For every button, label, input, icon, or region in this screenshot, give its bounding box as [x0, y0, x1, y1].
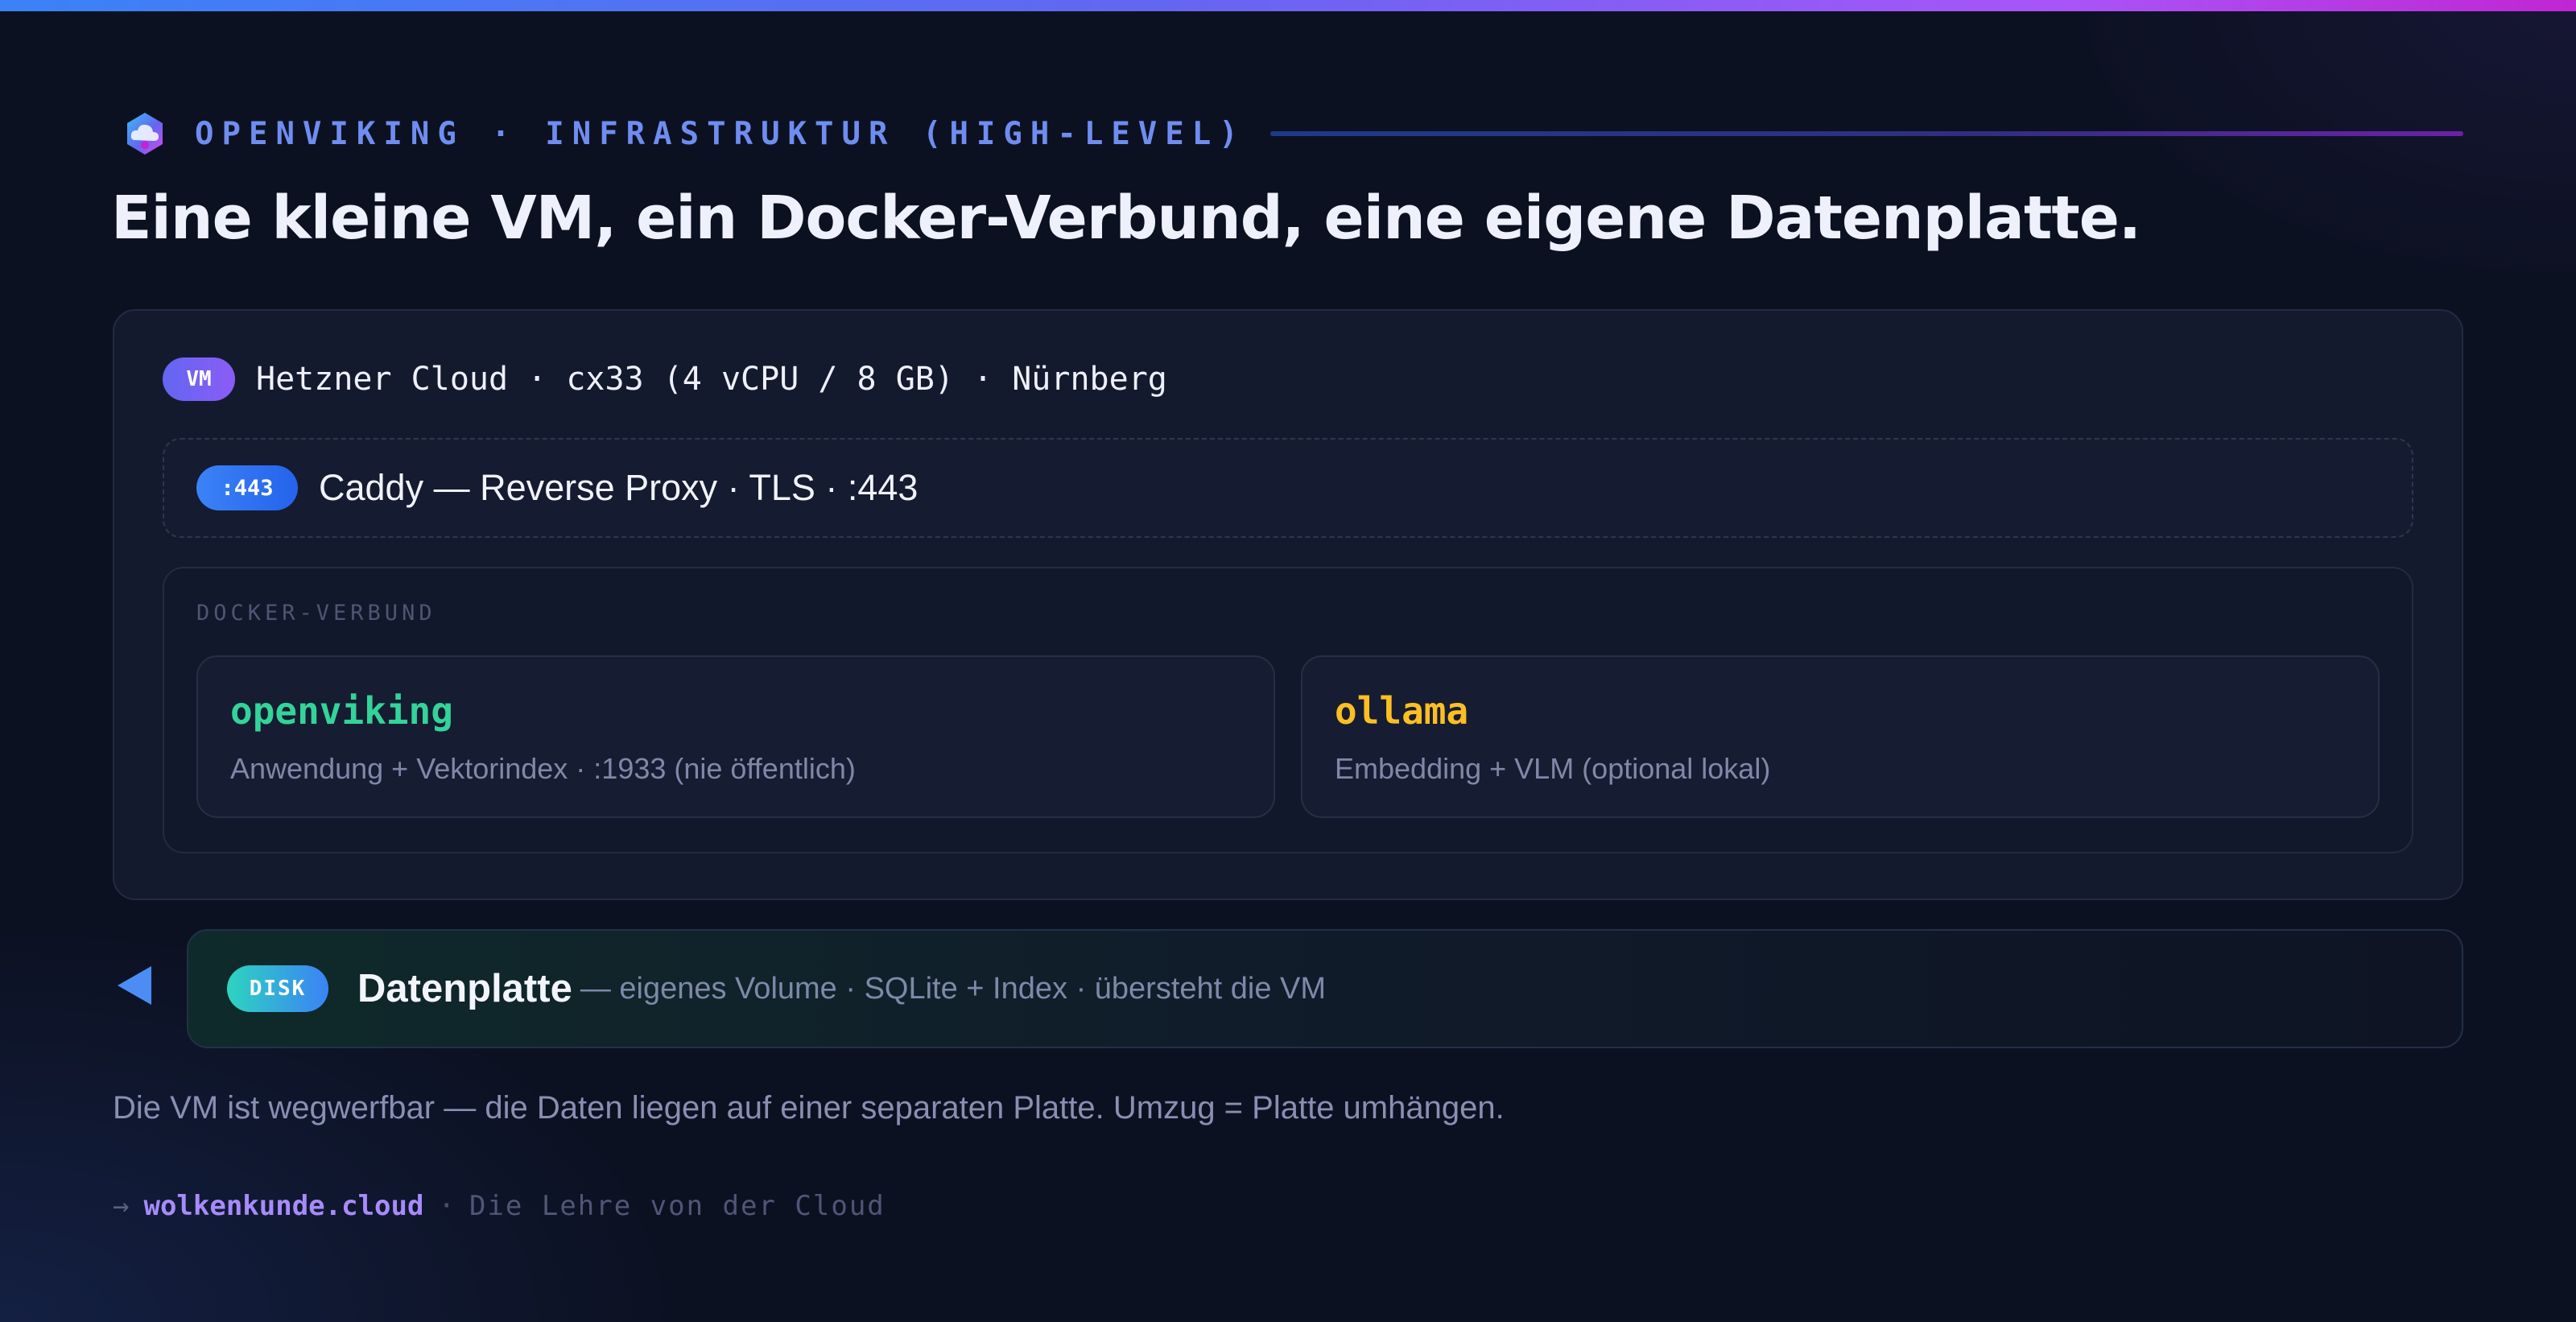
separator: · — [438, 1190, 455, 1222]
eyebrow: OPENVIKING · INFRASTRUKTUR (HIGH-LEVEL) — [119, 109, 2463, 158]
eyebrow-divider — [1269, 131, 2463, 136]
reverse-proxy-box: :443 Caddy — Reverse Proxy · TLS · :443 — [163, 438, 2413, 538]
docker-group: DOCKER-VERBUND openviking Anwendung + Ve… — [163, 567, 2413, 853]
service-card-openviking: openviking Anwendung + Vektorindex · :19… — [196, 655, 1275, 818]
arrow-left-icon — [118, 966, 151, 1005]
disk-badge: DISK — [227, 965, 328, 1012]
docker-group-label: DOCKER-VERBUND — [196, 601, 436, 626]
vm-label: Hetzner Cloud · cx33 (4 vCPU / 8 GB) · N… — [256, 361, 1167, 398]
service-name: openviking — [230, 689, 453, 733]
service-description: Embedding + VLM (optional lokal) — [1335, 752, 1771, 785]
service-description: Anwendung + Vektorindex · :1933 (nie öff… — [230, 752, 856, 785]
service-card-ollama: ollama Embedding + VLM (optional lokal) — [1301, 655, 2380, 818]
eyebrow-label: OPENVIKING · INFRASTRUKTUR (HIGH-LEVEL) — [195, 115, 1246, 152]
brand-link[interactable]: wolkenkunde.cloud — [143, 1190, 423, 1222]
footnote: Die VM ist wegwerfbar — die Daten liegen… — [113, 1090, 1505, 1126]
cloud-logo-icon — [119, 108, 171, 159]
disk-name: Datenplatte — [357, 967, 572, 1010]
footer-brand: → wolkenkunde.cloud · Die Lehre von der … — [113, 1190, 886, 1222]
vm-container: VM Hetzner Cloud · cx33 (4 vCPU / 8 GB) … — [113, 309, 2463, 900]
vm-header: VM Hetzner Cloud · cx33 (4 vCPU / 8 GB) … — [163, 357, 1167, 401]
reverse-proxy-label: Caddy — Reverse Proxy · TLS · :443 — [319, 467, 919, 508]
disk-description: — eigenes Volume · SQLite + Index · über… — [580, 971, 1327, 1006]
service-name: ollama — [1335, 689, 1469, 733]
page-title: Eine kleine VM, ein Docker-Verbund, eine… — [111, 184, 2141, 253]
port-badge: :443 — [196, 465, 298, 510]
vm-badge: VM — [163, 357, 235, 401]
brand-tagline: Die Lehre von der Cloud — [469, 1190, 886, 1222]
data-disk-box: DISK Datenplatte — eigenes Volume · SQLi… — [187, 929, 2463, 1048]
arrow-right-icon: → — [113, 1190, 130, 1222]
top-accent-bar — [0, 0, 2576, 11]
